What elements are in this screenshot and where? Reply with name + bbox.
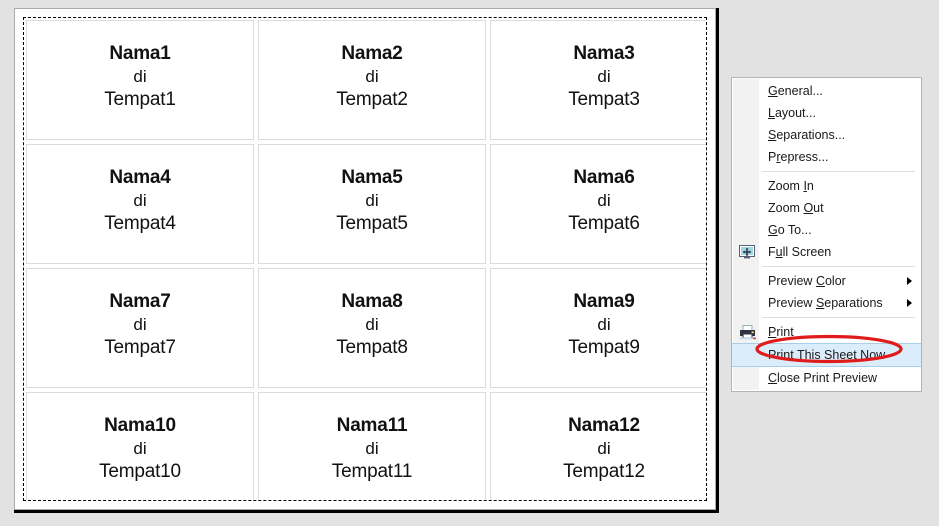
menu-item-label: Zoom In [768, 179, 814, 193]
menu-item-label: Full Screen [768, 245, 832, 259]
label-card: Nama7 di Tempat7 [26, 268, 254, 388]
menu-item-label: Print This Sheet Now [768, 348, 886, 362]
label-name: Nama5 [341, 166, 403, 188]
menu-item-general[interactable]: General... [732, 80, 921, 102]
label-connector: di [133, 314, 147, 334]
menu-item-zoom-out[interactable]: Zoom Out [732, 197, 921, 219]
menu-item-zoom-in[interactable]: Zoom In [732, 175, 921, 197]
submenu-arrow-icon [907, 299, 912, 307]
label-connector: di [597, 190, 611, 210]
submenu-arrow-icon [907, 277, 912, 285]
menu-separator [762, 317, 915, 318]
label-grid: Nama1 di Tempat1 Nama2 di Tempat2 Nama3 di Tempa… [26, 20, 706, 500]
label-place: Tempat2 [336, 89, 408, 111]
label-name: Nama1 [109, 42, 171, 64]
print-preview-context-menu[interactable]: General... Layout... Separations... Prepres… [731, 77, 922, 392]
menu-item-go-to[interactable]: Go To... [732, 219, 921, 241]
menu-separator [762, 171, 915, 172]
label-card: Nama4 di Tempat4 [26, 144, 254, 264]
menu-item-print[interactable]: Print [732, 321, 921, 343]
label-place: Tempat3 [568, 89, 640, 111]
label-place: Tempat7 [104, 337, 176, 359]
menu-item-label: Print [768, 325, 794, 339]
label-name: Nama7 [109, 290, 171, 312]
label-connector: di [365, 190, 379, 210]
label-name: Nama10 [104, 414, 176, 436]
label-card: Nama8 di Tempat8 [258, 268, 486, 388]
label-name: Nama9 [573, 290, 635, 312]
label-card: Nama11 di Tempat11 [258, 392, 486, 500]
label-card: Nama5 di Tempat5 [258, 144, 486, 264]
label-place: Tempat6 [568, 213, 640, 235]
label-connector: di [133, 66, 147, 86]
label-name: Nama8 [341, 290, 403, 312]
label-card: Nama9 di Tempat9 [490, 268, 706, 388]
label-connector: di [365, 314, 379, 334]
menu-item-label: Preview Separations [768, 296, 883, 310]
menu-item-label: Close Print Preview [768, 371, 878, 385]
page-printable-margin: Nama1 di Tempat1 Nama2 di Tempat2 Nama3 di Tempa… [23, 17, 707, 501]
menu-item-preview-color[interactable]: Preview Color [732, 270, 921, 292]
label-name: Nama6 [573, 166, 635, 188]
label-place: Tempat1 [104, 89, 176, 111]
label-card: Nama1 di Tempat1 [26, 20, 254, 140]
label-connector: di [133, 190, 147, 210]
label-connector: di [133, 438, 147, 458]
menu-item-preview-separations[interactable]: Preview Separations [732, 292, 921, 314]
label-connector: di [597, 66, 611, 86]
menu-separator [762, 266, 915, 267]
menu-item-label: Separations... [768, 128, 846, 142]
menu-item-label: Prepress... [768, 150, 829, 164]
menu-item-label: Zoom Out [768, 201, 824, 215]
menu-item-list: General... Layout... Separations... Prepres… [732, 80, 921, 389]
menu-item-layout[interactable]: Layout... [732, 102, 921, 124]
label-card: Nama10 di Tempat10 [26, 392, 254, 500]
print-preview-page[interactable]: Nama1 di Tempat1 Nama2 di Tempat2 Nama3 di Tempa… [14, 8, 716, 510]
label-connector: di [365, 66, 379, 86]
menu-item-full-screen[interactable]: Full Screen [732, 241, 921, 263]
label-card: Nama12 di Tempat12 [490, 392, 706, 500]
label-name: Nama3 [573, 42, 635, 64]
label-place: Tempat4 [104, 213, 176, 235]
label-connector: di [597, 438, 611, 458]
label-name: Nama12 [568, 414, 640, 436]
label-card: Nama2 di Tempat2 [258, 20, 486, 140]
label-card: Nama6 di Tempat6 [490, 144, 706, 264]
label-connector: di [597, 314, 611, 334]
printer-icon [737, 323, 757, 341]
label-connector: di [365, 438, 379, 458]
full-screen-icon [737, 243, 757, 261]
label-place: Tempat10 [99, 461, 181, 483]
label-name: Nama2 [341, 42, 403, 64]
menu-item-print-this-sheet-now[interactable]: Print This Sheet Now [732, 334, 921, 367]
menu-item-label: Go To... [768, 223, 812, 237]
menu-item-label: General... [768, 84, 823, 98]
menu-item-close-print-preview[interactable]: Close Print Preview [732, 367, 921, 389]
label-place: Tempat12 [563, 461, 645, 483]
label-place: Tempat11 [331, 461, 413, 483]
label-name: Nama11 [336, 414, 408, 436]
label-place: Tempat9 [568, 337, 640, 359]
label-place: Tempat8 [336, 337, 408, 359]
label-place: Tempat5 [336, 213, 408, 235]
label-card: Nama3 di Tempat3 [490, 20, 706, 140]
menu-item-label: Layout... [768, 106, 816, 120]
menu-item-separations[interactable]: Separations... [732, 124, 921, 146]
menu-item-label: Preview Color [768, 274, 846, 288]
menu-item-prepress[interactable]: Prepress... [732, 146, 921, 168]
label-name: Nama4 [109, 166, 171, 188]
